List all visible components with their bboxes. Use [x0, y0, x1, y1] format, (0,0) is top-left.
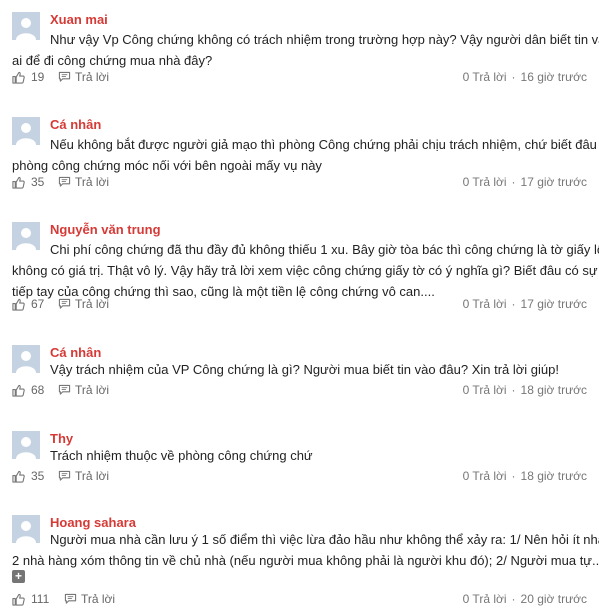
like-count: 68 [31, 383, 45, 397]
comment-footer: 68 Trả lời 0 Trả lời · 18 giờ trước [12, 382, 587, 398]
separator: · [511, 469, 516, 483]
like-button[interactable]: 35 [12, 468, 44, 484]
reply-count-link[interactable]: 0 Trả lời [463, 175, 507, 189]
reply-button[interactable]: Trả lời [58, 69, 109, 85]
thumbs-up-icon [12, 384, 25, 397]
timestamp: 16 giờ trước [520, 70, 587, 84]
reply-count-link[interactable]: 0 Trả lời [463, 469, 507, 483]
comment-bubble-icon [58, 298, 71, 309]
timestamp: 17 giờ trước [520, 175, 587, 189]
expand-more-button[interactable]: + [12, 570, 25, 583]
comment-text: Người mua nhà cần lưu ý 1 số điểm thì vi… [12, 529, 599, 571]
comment-text: Vậy trách nhiệm của VP Công chứng là gì?… [12, 359, 587, 380]
comment-text: Chi phí công chứng đã thu đầy đủ không t… [12, 239, 599, 302]
reply-count-link[interactable]: 0 Trả lời [463, 70, 507, 84]
timestamp: 20 giờ trước [520, 592, 587, 606]
like-count: 111 [31, 592, 50, 606]
reply-label: Trả lời [81, 592, 116, 606]
comment-text-line: 2 nhà hàng xóm thông tin về chủ nhà (nếu… [12, 553, 599, 568]
comment-meta: 0 Trả lời · 17 giờ trước [463, 296, 587, 312]
reply-count-link[interactable]: 0 Trả lời [463, 297, 507, 311]
comment-meta: 0 Trả lời · 18 giờ trước [463, 382, 587, 398]
reply-label: Trả lời [75, 297, 110, 311]
comment-text-line: phòng công chứng móc nối với bên ngoài m… [12, 158, 322, 173]
like-button[interactable]: 68 [12, 382, 44, 398]
comment-author[interactable]: Cá nhân [50, 117, 101, 133]
comment-footer: 67 Trả lời 0 Trả lời · 17 giờ trước [12, 296, 587, 312]
comment-text-line: Vậy trách nhiệm của VP Công chứng là gì?… [50, 362, 559, 377]
reply-label: Trả lời [75, 175, 110, 189]
comment-author[interactable]: Xuan mai [50, 12, 108, 28]
thumbs-up-icon [12, 470, 25, 483]
reply-label: Trả lời [75, 70, 110, 84]
separator: · [511, 297, 516, 311]
reply-label: Trả lời [75, 383, 110, 397]
like-count: 67 [31, 297, 45, 311]
like-count: 35 [31, 469, 45, 483]
like-count: 35 [31, 175, 45, 189]
thumbs-up-icon [12, 593, 25, 606]
comment-text: Trách nhiệm thuộc về phòng công chứng ch… [12, 445, 587, 466]
comment-text: Nếu không bắt được người giả mạo thì phò… [12, 134, 597, 176]
comment-meta: 0 Trả lời · 18 giờ trước [463, 468, 587, 484]
like-count: 19 [31, 70, 45, 84]
comment-footer: 35 Trả lời 0 Trả lời · 18 giờ trước [12, 468, 587, 484]
thumbs-up-icon [12, 176, 25, 189]
comment-meta: 0 Trả lời · 20 giờ trước [463, 591, 587, 607]
comment-bubble-icon [58, 176, 71, 187]
timestamp: 17 giờ trước [520, 297, 587, 311]
comment-bubble-icon [58, 71, 71, 82]
like-button[interactable]: 35 [12, 174, 44, 190]
comment-footer: 35 Trả lời 0 Trả lời · 17 giờ trước [12, 174, 587, 190]
reply-button[interactable]: Trả lời [58, 296, 109, 312]
reply-count-link[interactable]: 0 Trả lời [463, 592, 507, 606]
comment-bubble-icon [58, 470, 71, 481]
comment-meta: 0 Trả lời · 16 giờ trước [463, 69, 587, 85]
timestamp: 18 giờ trước [520, 469, 587, 483]
reply-button[interactable]: Trả lời [58, 382, 109, 398]
separator: · [511, 383, 516, 397]
comment-text-line: Nếu không bắt được người giả mạo thì phò… [50, 137, 597, 152]
reply-button[interactable]: Trả lời [64, 591, 115, 607]
comment-meta: 0 Trả lời · 17 giờ trước [463, 174, 587, 190]
separator: · [511, 592, 516, 606]
comment-text-line: ai để đi công chứng mua nhà đây? [12, 53, 213, 68]
like-button[interactable]: 111 [12, 591, 49, 607]
comment-text-line: Như vậy Vp Công chứng không có trách nhi… [50, 32, 599, 47]
reply-label: Trả lời [75, 469, 110, 483]
separator: · [511, 175, 516, 189]
comment-text-line: Chi phí công chứng đã thu đầy đủ không t… [50, 242, 599, 257]
comment-footer: 111 Trả lời 0 Trả lời · 20 giờ trước [12, 591, 587, 607]
comment-text-line: không có giá trị. Thật vô lý. Vậy hãy tr… [12, 263, 598, 278]
separator: · [511, 70, 516, 84]
reply-button[interactable]: Trả lời [58, 468, 109, 484]
reply-button[interactable]: Trả lời [58, 174, 109, 190]
timestamp: 18 giờ trước [520, 383, 587, 397]
thumbs-up-icon [12, 298, 25, 311]
like-button[interactable]: 67 [12, 296, 44, 312]
comment-footer: 19 Trả lời 0 Trả lời · 16 giờ trước [12, 69, 587, 85]
comment-text: Như vậy Vp Công chứng không có trách nhi… [12, 29, 599, 71]
comment-bubble-icon [58, 384, 71, 395]
comment-text-line: Người mua nhà cần lưu ý 1 số điểm thì vi… [50, 532, 599, 547]
comment-author[interactable]: Nguyễn văn trung [50, 222, 161, 238]
like-button[interactable]: 19 [12, 69, 44, 85]
reply-count-link[interactable]: 0 Trả lời [463, 383, 507, 397]
thumbs-up-icon [12, 71, 25, 84]
comment-bubble-icon [64, 593, 77, 604]
comment-text-line: Trách nhiệm thuộc về phòng công chứng ch… [50, 448, 313, 463]
